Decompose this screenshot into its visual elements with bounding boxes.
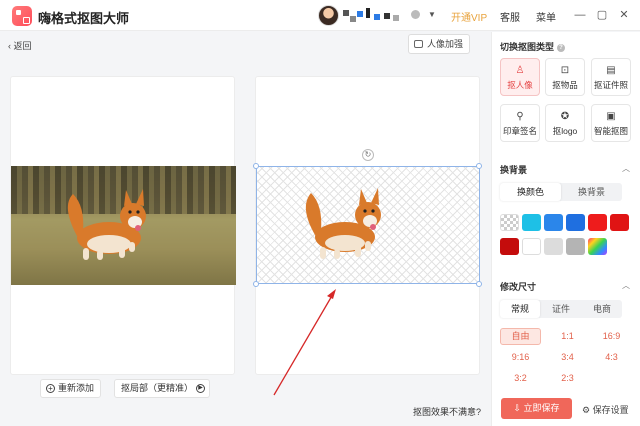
ratio-9-16[interactable]: 9:16	[500, 349, 541, 366]
swatch-blue[interactable]	[544, 214, 563, 231]
cutout-type-smart[interactable]: ▣ 智能抠图	[591, 104, 631, 142]
avatar[interactable]	[318, 5, 339, 26]
original-photo	[11, 166, 236, 285]
ratio-1-1[interactable]: 1:1	[547, 328, 588, 345]
rotate-icon[interactable]: ↻	[362, 149, 374, 161]
ratio-16-9[interactable]: 16:9	[591, 328, 632, 345]
play-circle-icon: ▶	[196, 384, 206, 393]
app-title: 嗨格式抠图大师	[38, 11, 130, 26]
download-icon: ⇩	[513, 403, 524, 413]
cutout-type-id-photo[interactable]: ▤ 抠证件照	[591, 58, 631, 96]
id-card-icon: ▤	[606, 65, 616, 76]
ratio-4-3[interactable]: 4:3	[591, 349, 632, 366]
background-title: 换背景	[500, 165, 528, 175]
vip-link[interactable]: 开通VIP	[451, 9, 487, 24]
close-button[interactable]: ✕	[616, 7, 632, 23]
original-image-panel	[10, 76, 236, 375]
save-settings-button[interactable]: ⚙ 保存设置	[582, 403, 629, 416]
customer-service-link[interactable]: 客服	[500, 9, 520, 24]
resize-handle[interactable]	[476, 281, 482, 287]
size-tabs: 常规 证件 电商	[500, 300, 622, 318]
minimize-button[interactable]: —	[572, 7, 588, 23]
add-circle-icon: +	[46, 384, 55, 393]
background-tabs: 换颜色 换背景	[500, 183, 622, 201]
swatch-cyan[interactable]	[522, 214, 541, 231]
swatch-gray[interactable]	[566, 238, 585, 255]
menu-link[interactable]: 菜单	[536, 9, 556, 24]
tab-id[interactable]: 证件	[541, 300, 581, 318]
swatch-light-gray[interactable]	[544, 238, 563, 255]
save-now-button[interactable]: ⇩ 立即保存	[501, 398, 572, 419]
resize-handle[interactable]	[476, 163, 482, 169]
tab-change-color[interactable]: 换颜色	[500, 183, 561, 201]
cutout-type-object[interactable]: ⊡ 抠物品	[545, 58, 585, 96]
account-dropdown-icon[interactable]: ▼	[428, 10, 436, 19]
help-icon[interactable]: ?	[557, 43, 566, 52]
ratio-2-3[interactable]: 2:3	[547, 370, 588, 387]
corgi-image	[67, 189, 146, 260]
ai-icon: ▣	[606, 111, 616, 122]
swatch-dark-red[interactable]	[500, 238, 519, 255]
gear-icon: ⚙	[582, 405, 593, 415]
tab-ecommerce[interactable]: 电商	[582, 300, 622, 318]
settings-sidebar: 切换抠图类型? ♙ 抠人像 ⊡ 抠物品 ▤ 抠证件照 ⚲ 印章签名 ✪ 抠log…	[491, 32, 640, 426]
collapse-background-icon[interactable]: ︿	[622, 163, 630, 174]
ratio-free[interactable]: 自由	[500, 328, 541, 345]
swatch-red[interactable]	[588, 214, 607, 231]
result-image-panel: ↻	[253, 76, 482, 375]
resize-handle[interactable]	[253, 163, 259, 169]
person-icon: ♙	[515, 65, 525, 76]
app-logo-icon	[12, 6, 32, 26]
cutout-type-portrait[interactable]: ♙ 抠人像	[500, 58, 540, 96]
partial-cutout-button[interactable]: 抠局部（更精准） ▶	[114, 379, 211, 398]
swatch-white[interactable]	[522, 238, 541, 255]
cutout-type-logo[interactable]: ✪ 抠logo	[545, 104, 585, 142]
stamp-icon: ⚲	[516, 111, 524, 122]
box-icon: ⊡	[560, 65, 570, 76]
cutout-type-stamp[interactable]: ⚲ 印章签名	[500, 104, 540, 142]
resize-handle[interactable]	[253, 281, 259, 287]
ratio-3-4[interactable]: 3:4	[547, 349, 588, 366]
swatch-dark-blue[interactable]	[566, 214, 585, 231]
unsatisfied-link[interactable]: 抠图效果不满意?	[413, 405, 481, 418]
swatch-crimson[interactable]	[610, 214, 629, 231]
corgi-cutout-image	[305, 188, 381, 259]
portrait-enhance-button[interactable]: 人像加强	[408, 34, 471, 54]
portrait-enhance-icon	[414, 40, 423, 48]
tab-regular[interactable]: 常规	[500, 300, 540, 318]
size-title: 修改尺寸	[500, 282, 537, 292]
re-add-button[interactable]: + 重新添加	[40, 379, 102, 398]
cutout-type-title: 切换抠图类型?	[500, 40, 566, 53]
tab-change-background[interactable]: 换背景	[561, 183, 622, 201]
title-bar: 嗨格式抠图大师 ▼ 开通VIP 客服 菜单 — ▢ ✕	[0, 0, 640, 31]
swatch-custom-color[interactable]	[588, 238, 607, 255]
restore-button[interactable]: ▢	[594, 7, 610, 23]
badge-icon: ✪	[560, 111, 570, 122]
ratio-3-2[interactable]: 3:2	[500, 370, 541, 387]
transparent-canvas[interactable]	[256, 166, 480, 284]
back-button[interactable]: ‹ 返回	[8, 39, 32, 52]
swatch-transparent[interactable]	[500, 214, 519, 231]
collapse-size-icon[interactable]: ︿	[622, 280, 630, 291]
